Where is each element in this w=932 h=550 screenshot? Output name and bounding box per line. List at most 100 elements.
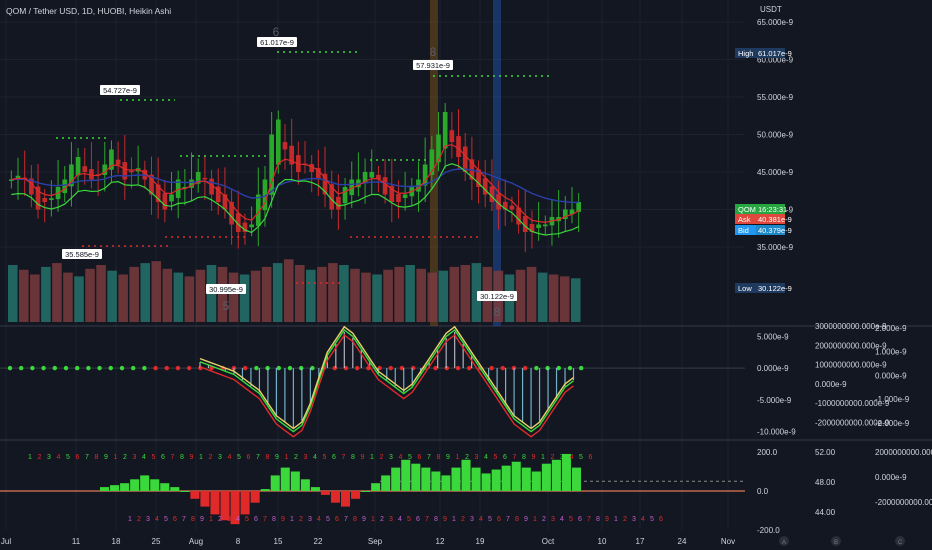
osc-bar [190,491,200,499]
candle-body [576,202,581,212]
candle-body [202,177,208,180]
volume-bar [328,263,338,322]
signal-dot [108,365,114,371]
candle-body [396,193,401,202]
x-tick: 11 [72,537,81,546]
count-digit: 3 [475,454,479,461]
osc-bar [270,475,280,491]
count-digit: 1 [452,516,456,523]
volume-bar [383,269,393,322]
count-digit: 7 [171,454,175,461]
osc-bar [341,491,351,507]
osc-bar [551,459,561,491]
count-digit: 8 [353,516,357,523]
volume-bar [361,272,371,322]
x-tick: 17 [636,537,645,546]
osc-bar [210,491,220,515]
count-digit: 7 [344,516,348,523]
volume-bar [173,272,184,322]
price-tick: 50.000e-9 [757,131,794,140]
count-digit: 6 [416,516,420,523]
count-digit: 2 [465,454,469,461]
osc-bar [461,459,471,491]
signal-dot [119,365,125,371]
osc-bar [100,487,110,491]
count-digit: 7 [506,516,510,523]
count-digit: 3 [227,516,231,523]
count-digit: 3 [146,516,150,523]
count-digit: 7 [513,454,517,461]
signal-dot [131,365,136,371]
osc-bar [371,483,381,491]
volume-bar [339,265,349,322]
volume-bar [96,265,106,322]
candle-body [369,172,375,178]
count-digit: 9 [605,516,609,523]
count-digit: 6 [247,454,251,461]
count-digit: 2 [551,454,555,461]
oscillator-panel: 1234567891234567891234567891234567891234… [0,453,745,525]
osc-bar [481,473,491,491]
currency-label: USDT [760,5,782,14]
osc-bar [300,479,310,491]
osc-bar [320,491,330,495]
volume-bar [261,266,272,322]
chart-title: QOM / Tether USD, 1D, HUOBI, Heikin Ashi [6,6,171,16]
price-tag-label: Ask [738,215,751,224]
price-tag-label: Bid [738,226,749,235]
candle-body [129,170,134,173]
volume-bar [195,269,206,322]
count-digit: 8 [434,516,438,523]
volume-bar [350,268,360,322]
osc-bar [401,459,411,491]
candle-body [336,196,341,210]
osc-bar [531,471,541,491]
volume-bar [372,274,382,322]
osc-bar [421,467,431,491]
osc-tick: 52.00 [815,448,836,457]
osc-bar [361,491,371,492]
count-digit: 3 [304,454,308,461]
high-label: 57.931e-9 [413,60,453,70]
osc-tick: 200.0 [757,448,778,457]
osc-tick: 0.0 [757,487,769,496]
signal-dot [63,365,69,371]
x-tick: 8 [236,537,241,546]
price-tag-value: 61.017e-9 [758,49,792,58]
count-digit: 2 [623,516,627,523]
volume-bar [306,269,316,322]
candle-body [402,194,408,198]
count-digit: 3 [133,454,137,461]
count-digit: 7 [256,454,260,461]
macd-tick: -10.000e-9 [757,428,796,437]
candle-body [382,177,388,195]
volume-bar [526,266,537,322]
count-digit: 8 [180,454,184,461]
volume-bar [515,269,526,322]
volume-bar [184,276,195,322]
price-chart[interactable]: 54.727e-9 61.017e-9 57.931e-9 35.585e-9 30.9… [0,0,932,550]
osc-bar [411,463,421,491]
volume-bar [537,272,548,322]
count-digit: 2 [218,516,222,523]
count-digit: 1 [541,454,545,461]
count-digit: 1 [614,516,618,523]
osc-bar [351,491,361,499]
price-tag-label: Low [738,284,752,293]
candle-body [42,198,48,202]
count-digit: 2 [461,516,465,523]
count-digit: 5 [488,516,492,523]
osc-bar [441,475,451,491]
count-digit: 8 [266,454,270,461]
count-mark: 8 [494,305,501,319]
candle-body [449,130,455,142]
count-digit: 9 [104,454,108,461]
x-tick: 12 [436,537,445,546]
count-digit: 2 [209,454,213,461]
count-digit: 5 [569,516,573,523]
price-tick: 45.000e-9 [757,168,794,177]
count-digit: 4 [560,516,564,523]
volume-bar [52,263,62,322]
count-digit: 5 [650,516,654,523]
count-digit: 5 [494,454,498,461]
